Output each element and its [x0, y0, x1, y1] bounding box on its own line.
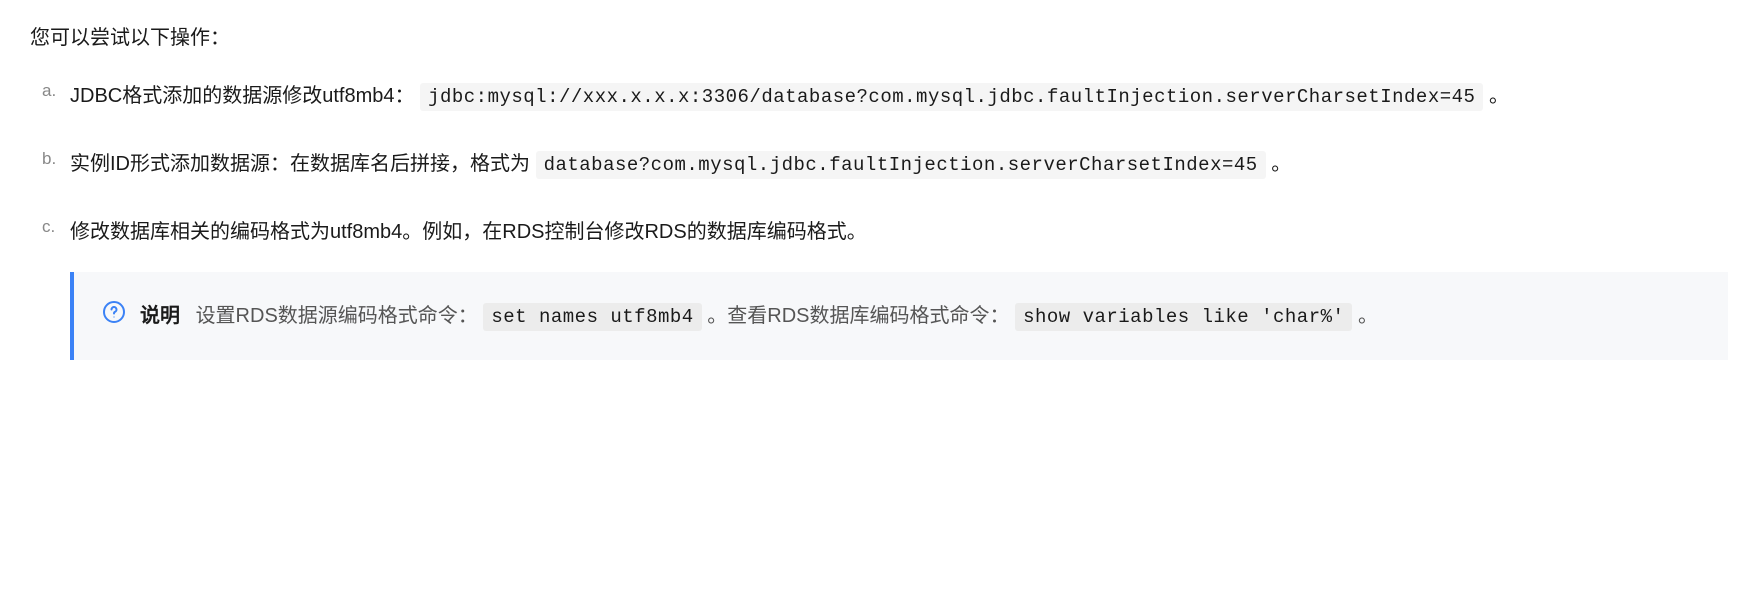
list-marker: c.	[42, 212, 55, 243]
note-box: 说明 设置RDS数据源编码格式命令： set names utf8mb4 。查看…	[70, 272, 1728, 360]
note-text: 。	[1358, 305, 1378, 327]
intro-text: 您可以尝试以下操作：	[30, 20, 1728, 56]
item-text: JDBC格式添加的数据源修改utf8mb4：	[70, 85, 415, 107]
info-icon	[102, 300, 126, 324]
code-snippet: database?com.mysql.jdbc.faultInjection.s…	[536, 151, 1266, 179]
note-content: 说明 设置RDS数据源编码格式命令： set names utf8mb4 。查看…	[140, 296, 1700, 336]
item-text-after: 。	[1489, 85, 1509, 107]
code-snippet: show variables like 'char%'	[1015, 303, 1352, 331]
item-content: JDBC格式添加的数据源修改utf8mb4： jdbc:mysql://xxx.…	[70, 85, 1509, 107]
list-item: b. 实例ID形式添加数据源：在数据库名后拼接，格式为 database?com…	[70, 144, 1728, 184]
code-snippet: set names utf8mb4	[483, 303, 701, 331]
list-item: c. 修改数据库相关的编码格式为utf8mb4。例如，在RDS控制台修改RDS的…	[70, 212, 1728, 360]
list-item: a. JDBC格式添加的数据源修改utf8mb4： jdbc:mysql://x…	[70, 76, 1728, 116]
note-label: 说明	[140, 305, 180, 327]
item-text: 实例ID形式添加数据源：在数据库名后拼接，格式为	[70, 153, 530, 175]
item-text: 修改数据库相关的编码格式为utf8mb4。例如，在RDS控制台修改RDS的数据库…	[70, 221, 867, 243]
list-marker: b.	[42, 144, 56, 175]
code-snippet: jdbc:mysql://xxx.x.x.x:3306/database?com…	[420, 83, 1483, 111]
item-text-after: 。	[1271, 153, 1291, 175]
note-text: 。查看RDS数据库编码格式命令：	[707, 305, 1009, 327]
note-text: 设置RDS数据源编码格式命令：	[196, 305, 478, 327]
list-marker: a.	[42, 76, 56, 107]
item-content: 实例ID形式添加数据源：在数据库名后拼接，格式为 database?com.my…	[70, 153, 1291, 175]
steps-list: a. JDBC格式添加的数据源修改utf8mb4： jdbc:mysql://x…	[30, 76, 1728, 360]
item-content: 修改数据库相关的编码格式为utf8mb4。例如，在RDS控制台修改RDS的数据库…	[70, 221, 867, 243]
